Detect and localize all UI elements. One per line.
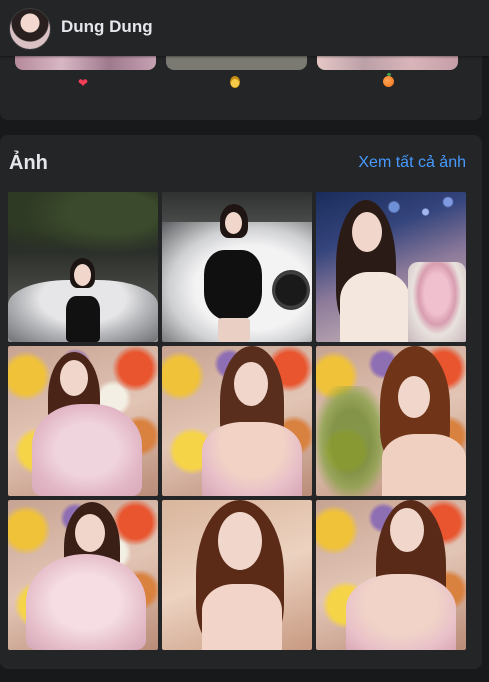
photo-3[interactable] <box>316 192 466 342</box>
section-title: Ảnh <box>9 152 48 174</box>
photo-6[interactable] <box>316 346 466 496</box>
photo-1[interactable] <box>8 192 158 342</box>
photo-4[interactable] <box>8 346 158 496</box>
previous-thumbnail-1[interactable] <box>15 56 156 70</box>
photo-5[interactable] <box>162 346 312 496</box>
see-all-photos-link[interactable]: Xem tất cả ảnh <box>358 154 466 172</box>
photo-8[interactable] <box>162 500 312 650</box>
photo-2[interactable] <box>162 192 312 342</box>
heart-icon: ❤ <box>78 76 89 90</box>
photos-section: Ảnh Xem tất cả ảnh <box>0 135 482 669</box>
photo-9[interactable] <box>316 500 466 650</box>
orange-fruit-icon <box>383 73 394 90</box>
previous-thumbnail-2[interactable] <box>166 56 307 70</box>
profile-name[interactable]: Dung Dung <box>61 17 153 37</box>
photo-7[interactable] <box>8 500 158 650</box>
medal-icon <box>230 76 240 91</box>
avatar[interactable] <box>9 8 51 50</box>
photo-grid <box>8 192 466 650</box>
profile-header: Dung Dung <box>0 0 489 56</box>
previous-thumbnail-3[interactable] <box>317 56 458 70</box>
